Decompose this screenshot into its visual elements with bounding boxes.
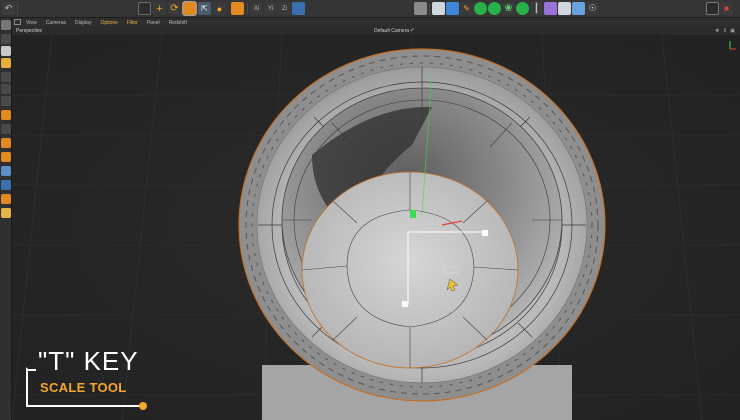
checker-icon[interactable]: [1, 46, 11, 56]
deformer-icon[interactable]: ❀: [502, 2, 515, 15]
scale-icon[interactable]: [182, 1, 197, 16]
point-mode-icon[interactable]: [1, 84, 11, 94]
menu-view[interactable]: View: [26, 20, 37, 26]
viewport-header: Perspective Default Camera •° ✥ ⇕ ▣: [12, 27, 740, 35]
snap-icon[interactable]: [1, 180, 11, 190]
menu-filter[interactable]: Filter: [127, 20, 138, 26]
y-scale-handle[interactable]: [410, 210, 416, 218]
viewport-label: Perspective: [16, 28, 43, 34]
menu-options[interactable]: Options: [100, 20, 117, 26]
render-icon[interactable]: [432, 2, 445, 15]
viewport-layout-icon[interactable]: [14, 19, 21, 25]
texture-mode-icon[interactable]: [1, 58, 11, 68]
viewport-nav-icons[interactable]: ✥ ⇕ ▣: [715, 28, 736, 34]
menu-cameras[interactable]: Cameras: [46, 20, 66, 26]
coord-x-icon[interactable]: Xi: [250, 2, 263, 15]
record-icon[interactable]: ■: [720, 2, 733, 15]
object-mode-icon[interactable]: [231, 2, 244, 15]
make-editable-icon[interactable]: [1, 34, 11, 44]
axis-icon[interactable]: [1, 72, 11, 82]
field-icon[interactable]: [516, 2, 529, 15]
clapper-icon[interactable]: [706, 2, 719, 15]
toolbar-separator: [247, 3, 248, 15]
pen-icon[interactable]: ✎: [460, 2, 473, 15]
palette-handle-icon[interactable]: [1, 20, 11, 30]
toolbar-separator: [17, 3, 18, 15]
workplane-icon[interactable]: [1, 166, 11, 176]
left-tool-palette: [0, 18, 12, 420]
edge-mode-icon[interactable]: [1, 96, 11, 106]
select-icon[interactable]: [138, 2, 151, 15]
coord-tool-icon[interactable]: ●: [213, 2, 226, 15]
light-icon[interactable]: ☉: [586, 2, 599, 15]
subdivision-icon[interactable]: [474, 2, 487, 15]
viewport-menubar: View Cameras Display Options Filter Pane…: [12, 18, 740, 27]
symmetry-icon[interactable]: [1, 194, 11, 204]
move-icon[interactable]: +: [153, 2, 166, 15]
floor-icon[interactable]: [558, 2, 571, 15]
camera-label[interactable]: Default Camera •°: [374, 28, 414, 34]
caption-dot: [139, 402, 147, 410]
array-icon[interactable]: [488, 2, 501, 15]
menu-redshift[interactable]: Redshift: [169, 20, 187, 26]
camera-icon[interactable]: [572, 2, 585, 15]
menu-panel[interactable]: Panel: [147, 20, 160, 26]
mograph-icon[interactable]: ┃: [530, 2, 543, 15]
scene-icon[interactable]: [544, 2, 557, 15]
undo-icon[interactable]: ↶: [2, 2, 15, 15]
z-scale-handle[interactable]: [402, 301, 408, 307]
tweak-mode-icon[interactable]: [1, 138, 11, 148]
render-view-icon[interactable]: [414, 2, 427, 15]
world-coord-icon[interactable]: [292, 2, 305, 15]
uv-mode-icon[interactable]: [1, 124, 11, 134]
coord-y-icon[interactable]: Yi: [264, 2, 277, 15]
toolbar-separator: [429, 3, 430, 15]
polygon-mode-icon[interactable]: [1, 110, 11, 120]
caption-title: "T" KEY: [38, 346, 139, 376]
last-tool-icon[interactable]: ⇱: [198, 2, 211, 15]
cube-icon[interactable]: [446, 2, 459, 15]
lock-workplane-icon[interactable]: [1, 208, 11, 218]
caption-subtitle: SCALE TOOL: [40, 380, 127, 395]
solo-icon[interactable]: [1, 152, 11, 162]
main-toolbar: ↶ + ⟳ ⇱ ● Xi Yi Zi ✎ ❀ ┃ ☉ ■: [0, 0, 740, 18]
x-scale-handle[interactable]: [482, 230, 488, 236]
coord-z-icon[interactable]: Zi: [278, 2, 291, 15]
menu-display[interactable]: Display: [75, 20, 91, 26]
rotate-icon[interactable]: ⟳: [168, 2, 181, 15]
